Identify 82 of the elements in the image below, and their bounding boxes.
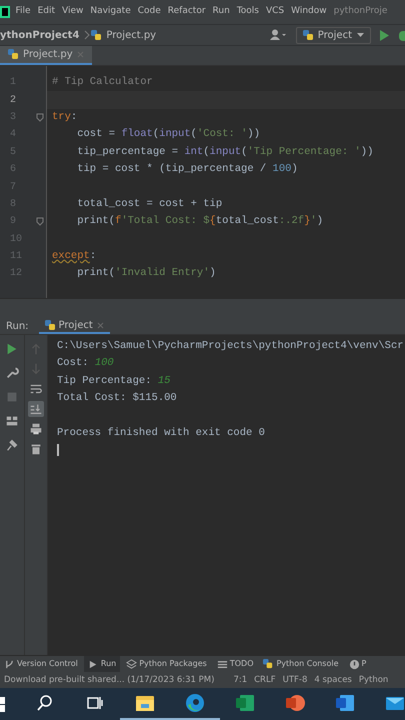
window-title: pythonProje	[332, 5, 388, 18]
print-icon	[29, 422, 43, 436]
menu-item[interactable]: Refactor	[164, 5, 210, 19]
status-item[interactable]: UTF-8	[282, 674, 308, 686]
menu-item[interactable]: VCS	[262, 5, 288, 19]
tool-window-tab[interactable]: TODO	[212, 656, 258, 672]
console-line: Total Cost: $115.00	[57, 391, 178, 406]
run-icon	[5, 342, 19, 356]
exit-message: Process finished with exit code 0	[57, 426, 266, 441]
python-icon	[263, 658, 274, 670]
presentation-icon	[285, 693, 305, 713]
tool-window-tab[interactable]: Version Control	[0, 656, 82, 672]
print-button[interactable]	[28, 421, 44, 437]
spreadsheet-icon	[235, 693, 255, 713]
code-line: # Tip Calculator	[51, 75, 154, 90]
app-icon	[0, 5, 12, 19]
breadcrumb-item[interactable]: Project.py	[106, 28, 156, 42]
code-line: print(f'Total Cost: ${total_cost:.2f}')	[76, 214, 324, 230]
line-number: 2	[10, 94, 16, 108]
menu-item[interactable]: View	[58, 5, 87, 19]
chevron-icon	[83, 30, 92, 40]
editor-tab[interactable]: Project.py	[0, 46, 92, 65]
fold-icon[interactable]	[36, 217, 44, 226]
breadcrumb-item[interactable]: ythonProject4	[0, 28, 80, 42]
console-line: Cost: 100	[57, 356, 115, 372]
status-item[interactable]: 4 spaces	[314, 674, 352, 686]
tool-window-tab[interactable]: Python Console	[259, 656, 343, 672]
menu-item[interactable]: Window	[288, 5, 330, 19]
code-line: tip_percentage = int(input('Tip Percentage: '))	[76, 144, 374, 160]
code-line: total_cost = cost + tip	[76, 196, 224, 212]
console-line: C:\Users\Samuel\PycharmProjects\pythonProject4\venv\Scr	[57, 339, 405, 354]
console-line: Tip Percentage: 15	[57, 374, 172, 389]
menu-item[interactable]: Edit	[34, 5, 58, 19]
menu-item[interactable]: Code	[134, 5, 164, 19]
fold-icon[interactable]	[36, 112, 44, 122]
text-cursor	[57, 444, 58, 456]
browser-icon	[185, 693, 205, 713]
layers-icon	[126, 658, 138, 670]
panel-label: Run:	[6, 320, 29, 334]
code-line: cost = float(input('Cost: '))	[76, 127, 261, 142]
run-icon[interactable]	[379, 30, 389, 40]
up-arrow-icon	[29, 342, 43, 356]
python-icon	[302, 30, 313, 40]
menu-item[interactable]: Run	[209, 5, 234, 19]
close-icon	[96, 322, 104, 328]
menu-item[interactable]: File	[12, 5, 34, 19]
scroll-end-icon	[29, 402, 43, 416]
user-icon[interactable]	[270, 29, 286, 41]
code-line: tip = cost * (tip_percentage / 100)	[76, 162, 299, 177]
tool-window-tab[interactable]: P	[344, 656, 370, 672]
trash-icon	[29, 442, 43, 456]
layout-icon	[5, 414, 19, 428]
python-icon	[44, 320, 55, 330]
stop-icon	[5, 390, 19, 404]
tool-window-tab[interactable]: Python Packages	[122, 656, 211, 672]
down-arrow-icon	[29, 362, 43, 376]
list-icon	[216, 658, 228, 670]
folder-icon	[135, 693, 155, 713]
wrench-button[interactable]	[4, 365, 20, 381]
info-icon	[348, 658, 360, 670]
close-icon	[76, 51, 84, 58]
wrench-icon	[5, 366, 19, 380]
menu-item[interactable]: Tools	[233, 5, 262, 19]
code-line: except:	[51, 248, 98, 264]
tool-window-tab[interactable]: Run	[84, 656, 120, 672]
scroll-end-button[interactable]	[28, 401, 44, 417]
menu-item[interactable]: Navigate	[86, 5, 134, 19]
status-item[interactable]: 7:1	[233, 674, 248, 686]
run-config-dropdown[interactable]: Project	[296, 26, 371, 44]
code-line: print('Invalid Entry')	[76, 266, 217, 282]
run-icon	[88, 658, 99, 670]
wrap-icon	[29, 382, 43, 396]
code-line: try:	[51, 110, 78, 125]
python-file-icon	[8, 49, 19, 60]
branch-icon	[4, 658, 15, 670]
status-item[interactable]: CRLF	[254, 674, 276, 686]
document-icon	[335, 693, 355, 713]
caret-icon	[357, 32, 364, 38]
python-file-icon	[91, 30, 102, 40]
status-message: Download pre-built shared... (1/17/2023 6:31 PM)	[4, 674, 214, 686]
debug-icon[interactable]	[397, 30, 405, 40]
status-item[interactable]: Python	[358, 674, 388, 686]
